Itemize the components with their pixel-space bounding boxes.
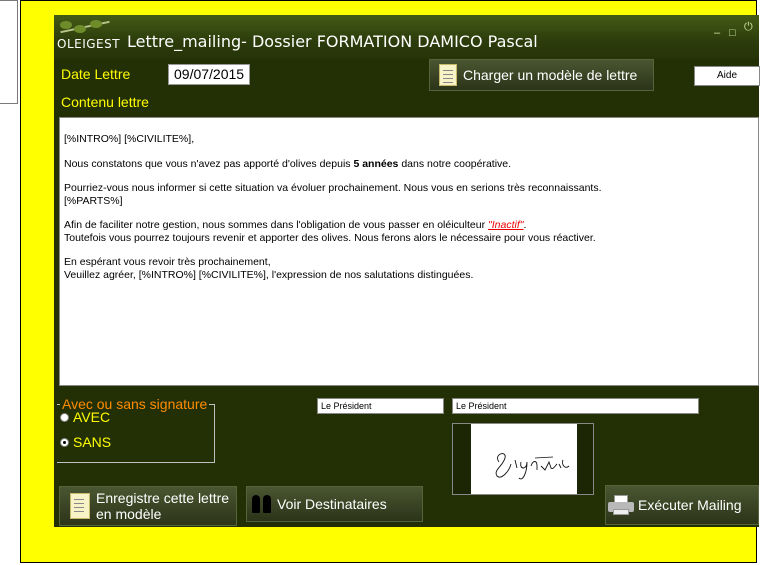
letter-line: Nous constatons que vous n'avez pas appo… <box>64 157 512 170</box>
radio-sans[interactable]: SANS <box>60 434 111 450</box>
radio-selected-icon <box>60 437 69 447</box>
letter-line: [%INTRO%] [%CIVILITE%], <box>64 133 195 145</box>
letter-line: Pourriez-vous nous informer si cette sit… <box>64 182 602 207</box>
load-template-button[interactable]: Charger un modèle de lettre <box>429 59 654 91</box>
document-icon <box>439 64 457 86</box>
signatory-name-field[interactable]: Le Président <box>452 398 699 414</box>
load-template-label: Charger un modèle de lettre <box>463 67 638 83</box>
app-window: OLEIGEST Lettre_mailing- Dossier FORMATI… <box>54 15 760 527</box>
view-recipients-button[interactable]: Voir Destinataires <box>246 486 423 522</box>
signatory-title-field[interactable]: Le Président <box>317 398 444 414</box>
letter-line: En espérant vous revoir très prochaineme… <box>64 256 474 281</box>
document-icon <box>70 493 90 519</box>
view-recipients-label: Voir Destinataires <box>277 496 387 512</box>
date-input[interactable]: 09/07/2015 <box>168 64 250 85</box>
letter-line: Afin de faciliter notre gestion, nous so… <box>64 219 596 244</box>
signature-image-frame <box>452 423 594 495</box>
window-title: Lettre_mailing- Dossier FORMATION DAMICO… <box>127 32 538 51</box>
maximize-button[interactable]: □ <box>729 27 736 39</box>
signature-image <box>471 424 577 494</box>
olive-branch-logo <box>56 19 111 35</box>
power-icon[interactable]: ⏻ <box>744 21 753 34</box>
help-button[interactable]: Aide <box>694 66 760 86</box>
inactif-link: "Inactif" <box>488 219 524 231</box>
minimize-button[interactable]: – <box>714 27 720 39</box>
signature-option-group: Avec ou sans signature AVEC SANS <box>57 396 215 463</box>
content-label: Contenu lettre <box>61 94 149 110</box>
people-icon <box>251 495 273 513</box>
printer-icon <box>608 495 634 515</box>
execute-mailing-label: Exécuter Mailing <box>638 497 742 513</box>
background-window-edge <box>0 0 18 104</box>
letter-content-editor[interactable]: [%INTRO%] [%CIVILITE%], Nous constatons … <box>59 117 759 386</box>
save-template-label-line1: Enregistre cette lettre <box>96 490 230 506</box>
title-bar: OLEIGEST Lettre_mailing- Dossier FORMATI… <box>54 15 759 59</box>
radio-avec[interactable]: AVEC <box>60 409 110 425</box>
brand-name: OLEIGEST <box>57 37 121 51</box>
outer-yellow-panel: OLEIGEST Lettre_mailing- Dossier FORMATI… <box>20 0 760 563</box>
save-as-template-button[interactable]: Enregistre cette lettre en modèle <box>59 486 237 526</box>
execute-mailing-button[interactable]: Exécuter Mailing <box>605 485 759 525</box>
save-template-label-line2: en modèle <box>96 506 162 522</box>
date-label: Date Lettre <box>61 66 131 82</box>
radio-icon <box>60 412 69 422</box>
